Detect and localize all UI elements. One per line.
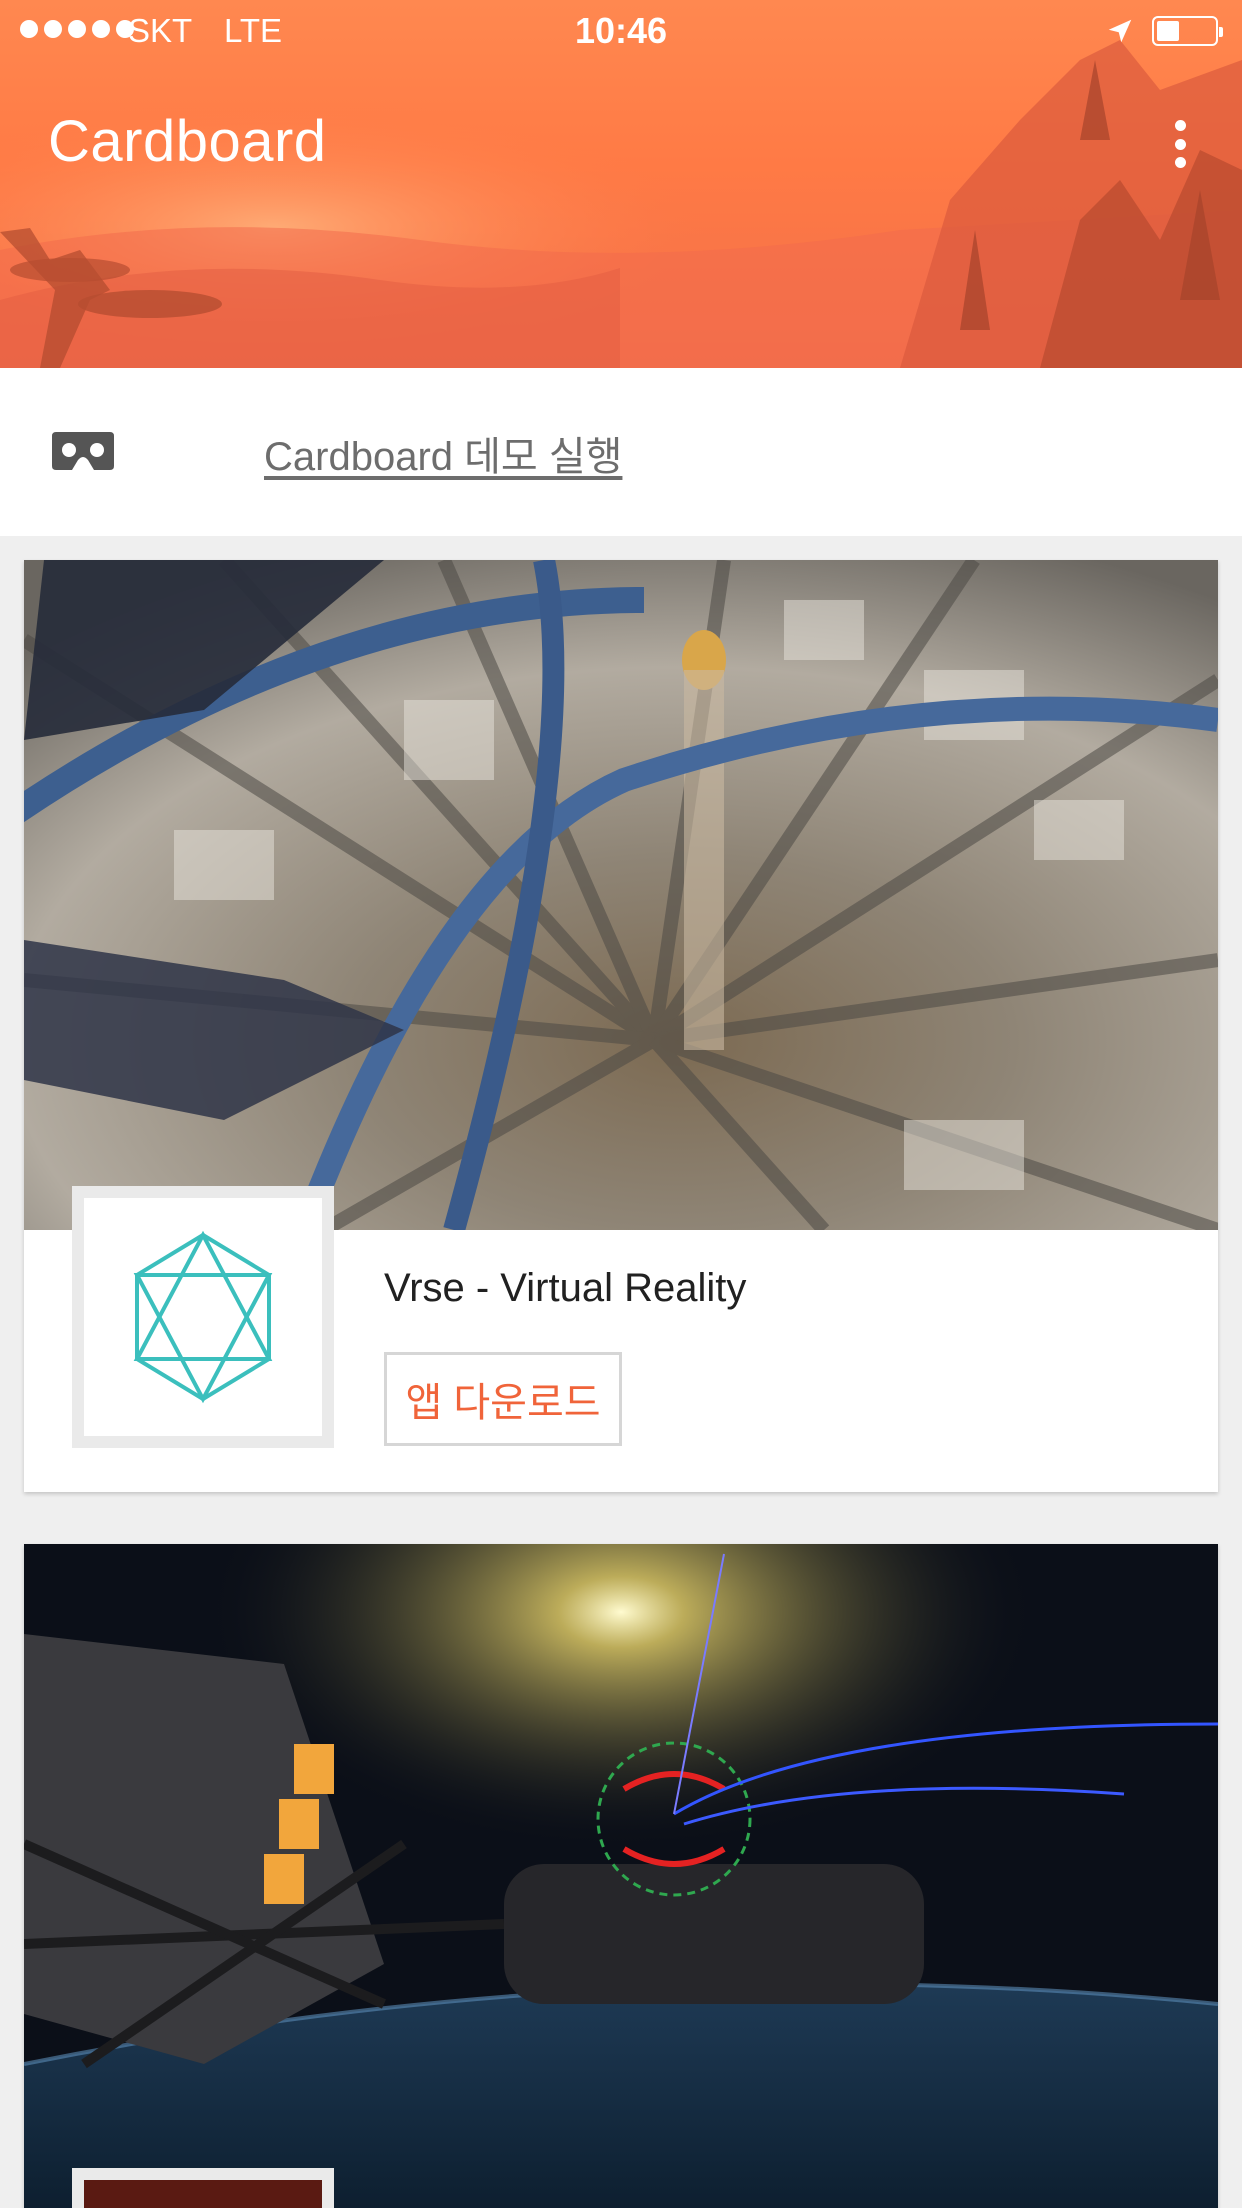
download-app-button[interactable]: 앱 다운로드 <box>384 1352 622 1446</box>
cardboard-viewer-icon <box>52 432 114 470</box>
app-hero-image <box>24 560 1218 1230</box>
location-arrow-icon <box>1108 19 1132 43</box>
app-name: Vrse - Virtual Reality <box>384 1266 747 1310</box>
vrse-hexagon-logo-icon <box>133 1230 273 1404</box>
app-thumbnail-icon <box>84 2180 322 2208</box>
battery-icon <box>1152 16 1223 46</box>
app-hero-image <box>24 1544 1218 2208</box>
app-card[interactable] <box>24 1544 1218 2208</box>
app-card[interactable]: Vrse - Virtual Reality 앱 다운로드 <box>24 560 1218 1492</box>
run-demo-link[interactable]: Cardboard 데모 실행 <box>264 424 622 482</box>
more-vertical-icon <box>1174 120 1186 131</box>
app-icon <box>72 1186 334 1448</box>
page-title: Cardboard <box>48 109 327 174</box>
app-header: SKT LTE 10:46 Cardboard <box>0 0 1242 368</box>
status-time: 10:46 <box>574 10 668 51</box>
status-bar: SKT LTE 10:46 <box>0 0 1242 60</box>
app-icon <box>72 2168 334 2208</box>
demo-row[interactable]: Cardboard 데모 실행 <box>0 368 1242 536</box>
more-options-button[interactable] <box>1160 112 1200 176</box>
